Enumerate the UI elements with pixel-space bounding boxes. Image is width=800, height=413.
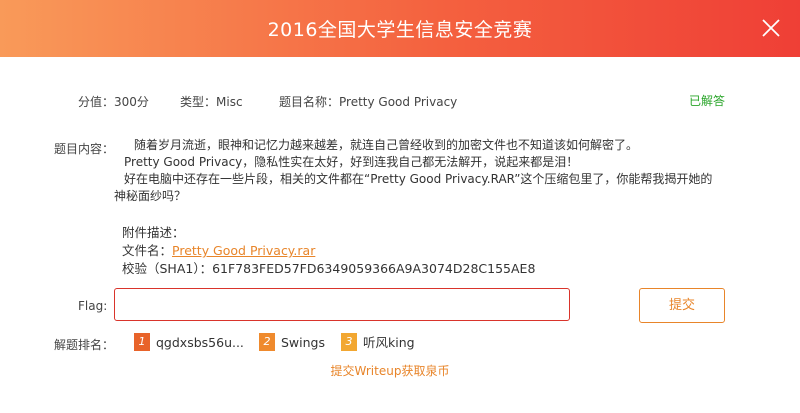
rank-badge: 1	[134, 333, 150, 351]
type-text: 类型：Misc	[180, 95, 243, 109]
rank-badge: 3	[341, 333, 357, 351]
description-paragraph: Pretty Good Privacy，隐私性实在太好，好到连我自己都无法解开，…	[124, 155, 579, 169]
description-paragraph: 好在电脑中还存在一些片段，相关的文件都在“Pretty Good Privacy…	[114, 172, 713, 203]
dialog-header: 2016全国大学生信息安全竞赛	[0, 0, 800, 57]
ranking-user: Swings	[281, 335, 326, 350]
checksum-text: 校验（SHA1）：61F783FED57FD6349059366A9A3074D…	[122, 261, 536, 276]
ranking-entry: 3 听风king	[341, 333, 415, 353]
flag-label: Flag:	[78, 299, 108, 313]
filename-label: 文件名：	[122, 243, 173, 258]
challenge-description: 随着岁月流逝，眼神和记忆力越来越差，就连自己曾经收到的加密文件也不知道该如何解密…	[114, 137, 714, 205]
flag-input[interactable]	[114, 288, 570, 321]
attachment-download-link[interactable]: Pretty Good Privacy.rar	[172, 243, 315, 258]
ranking-user: qgdxsbs56u...	[156, 335, 244, 350]
submit-writeup-link[interactable]: 提交Writeup获取泉币	[0, 362, 780, 379]
score-text: 分值：300分	[78, 95, 149, 109]
description-paragraph: 随着岁月流逝，眼神和记忆力越来越差，就连自己曾经收到的加密文件也不知道该如何解密…	[134, 138, 639, 152]
solved-status: 已解答	[688, 94, 725, 108]
ranking-user: 听风king	[363, 335, 415, 350]
submit-button[interactable]: 提交	[639, 288, 725, 323]
attachment-section: 附件描述： 文件名：Pretty Good Privacy.rar 校验（SHA…	[122, 224, 535, 278]
content-label: 题目内容：	[54, 142, 115, 156]
ranking-entry: 1 qgdxsbs56u...	[134, 333, 244, 353]
ranking-label: 解题排名：	[54, 338, 115, 352]
close-icon[interactable]	[760, 17, 782, 39]
attachment-heading: 附件描述：	[122, 225, 185, 240]
rank-badge: 2	[259, 333, 275, 351]
ranking-entry: 2 Swings	[259, 333, 325, 353]
dialog-title: 2016全国大学生信息安全竞赛	[267, 19, 533, 41]
challenge-name-text: 题目名称：Pretty Good Privacy	[279, 95, 458, 109]
